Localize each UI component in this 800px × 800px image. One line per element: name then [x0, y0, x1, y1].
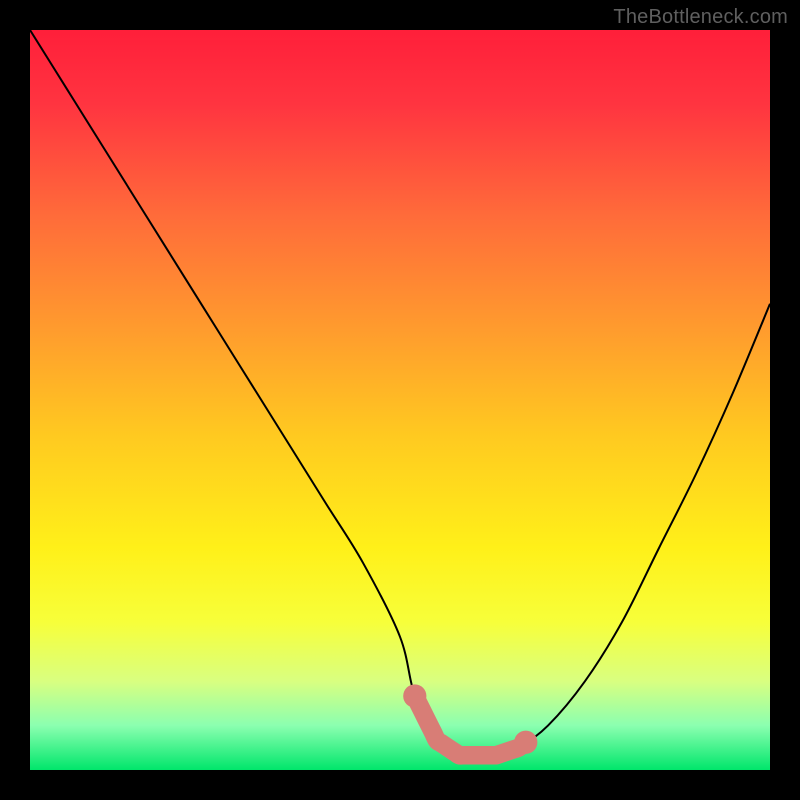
chart-frame: TheBottleneck.com [0, 0, 800, 800]
watermark-text: TheBottleneck.com [613, 6, 788, 29]
chart-background [30, 30, 770, 770]
chart-plot-area [30, 30, 770, 770]
pink-band-start-dot [403, 684, 426, 707]
chart-svg [30, 30, 770, 770]
pink-band-end-dot [514, 731, 537, 754]
